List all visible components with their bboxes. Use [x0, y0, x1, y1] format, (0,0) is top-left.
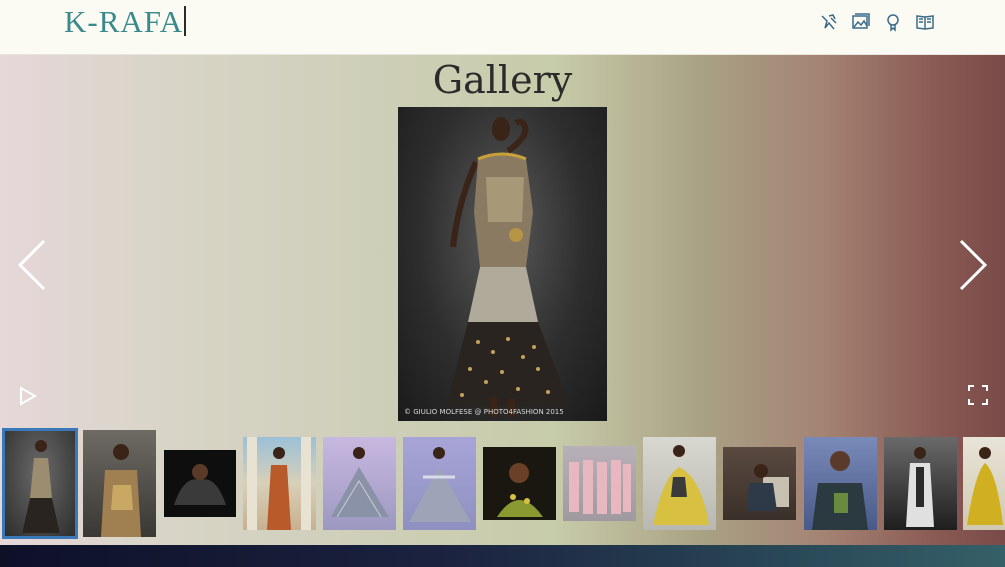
thumb-11[interactable] — [804, 437, 877, 530]
thumb-3[interactable] — [164, 450, 236, 517]
fullscreen-button[interactable] — [966, 383, 990, 407]
thumb-1[interactable] — [2, 428, 78, 539]
book-icon[interactable] — [915, 12, 935, 32]
text-caret — [184, 6, 187, 36]
play-icon — [20, 386, 38, 406]
thumb-7[interactable] — [483, 447, 556, 520]
header-nav — [819, 12, 935, 32]
main-photo[interactable]: © GIULIO MOLFESE @ PHOTO4FASHION 2015 — [398, 107, 607, 421]
fashion-icon[interactable] — [819, 12, 839, 32]
award-icon[interactable] — [883, 12, 903, 32]
gallery-title: Gallery — [432, 58, 573, 102]
thumb-13[interactable] — [963, 437, 1005, 530]
gallery-icon[interactable] — [851, 12, 871, 32]
thumb-5[interactable] — [323, 437, 396, 530]
thumb-12[interactable] — [884, 437, 957, 530]
chevron-right-icon — [959, 239, 988, 291]
gallery-stage: Gallery © GIULIO MOLFESE @ PHOTO4FASHION… — [0, 55, 1005, 545]
thumb-2[interactable] — [83, 430, 156, 537]
footer-bar — [0, 545, 1005, 567]
thumb-9[interactable] — [643, 437, 716, 530]
prev-button[interactable] — [14, 235, 50, 295]
site-logo[interactable]: K-RAFA — [64, 4, 187, 40]
photo-credit: © GIULIO MOLFESE @ PHOTO4FASHION 2015 — [404, 408, 564, 416]
thumb-10[interactable] — [723, 447, 796, 520]
thumb-4[interactable] — [243, 437, 316, 530]
thumb-8[interactable] — [563, 446, 636, 521]
thumbnail-strip — [0, 427, 1005, 545]
model-figure — [446, 117, 570, 417]
site-header: K-RAFA — [0, 0, 1005, 55]
next-button[interactable] — [955, 235, 991, 295]
thumb-6[interactable] — [403, 437, 476, 530]
play-button[interactable] — [16, 385, 38, 407]
chevron-left-icon — [17, 239, 46, 291]
logo-text: K-RAFA — [64, 4, 184, 39]
fullscreen-icon — [968, 385, 988, 405]
